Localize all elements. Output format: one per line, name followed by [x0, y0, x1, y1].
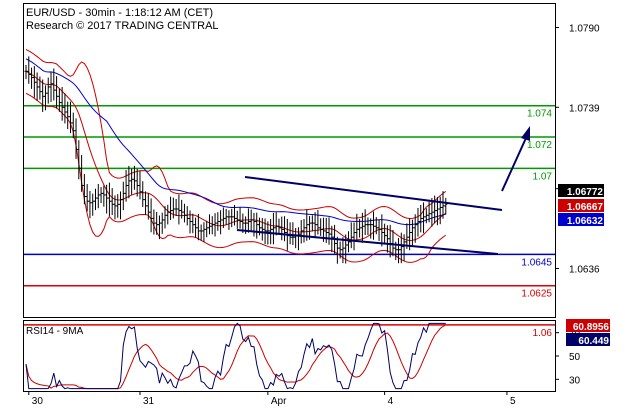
price-badge-label: 1.06667 [567, 202, 604, 213]
level-label: 1.0645 [521, 257, 552, 268]
level-label: 1.07 [533, 171, 553, 182]
forecast-arrow-head [521, 126, 530, 141]
price-badge-label: 1.06632 [567, 216, 604, 227]
rsi-panel-frame [23, 320, 556, 392]
x-tick-label: Apr [271, 396, 287, 407]
chart-subtitle: Research © 2017 TRADING CENTRAL [26, 20, 219, 32]
level-label: 1.0625 [521, 289, 552, 300]
y-tick-label: 1.0636 [569, 264, 600, 275]
x-tick-label: 5 [510, 396, 516, 407]
y-tick-label: 1.0790 [569, 23, 600, 34]
rsi-tick-label: 30 [569, 375, 581, 386]
rsi-badge-label: 60.449 [578, 336, 609, 347]
x-tick-label: 30 [32, 396, 44, 407]
bollinger-middle [25, 70, 447, 241]
rsi-tick-label: 50 [569, 352, 581, 363]
y-tick-label: 1.0739 [569, 103, 600, 114]
price-badge-label: 1.06772 [567, 187, 604, 198]
chart-title: EUR/USD - 30min - 1:18:12 AM (CET) [26, 7, 213, 19]
rsi-badge-label: 60.8956 [573, 322, 610, 333]
chart-svg: EUR/USD - 30min - 1:18:12 AM (CET) Resea… [23, 3, 610, 407]
rsi-ma-line [25, 324, 447, 390]
x-tick-label: 31 [143, 396, 155, 407]
price-panel-frame [23, 3, 556, 318]
channel-upper [244, 176, 503, 211]
level-label: 1.074 [527, 109, 552, 120]
x-tick-label: 4 [388, 396, 394, 407]
rsi-title: RSI14 - 9MA [26, 326, 84, 337]
level-label: 1.06 [533, 328, 553, 339]
bollinger-lower [25, 92, 447, 263]
forecast-arrow [501, 137, 527, 192]
bollinger-upper [25, 48, 447, 220]
level-label: 1.072 [527, 140, 552, 151]
